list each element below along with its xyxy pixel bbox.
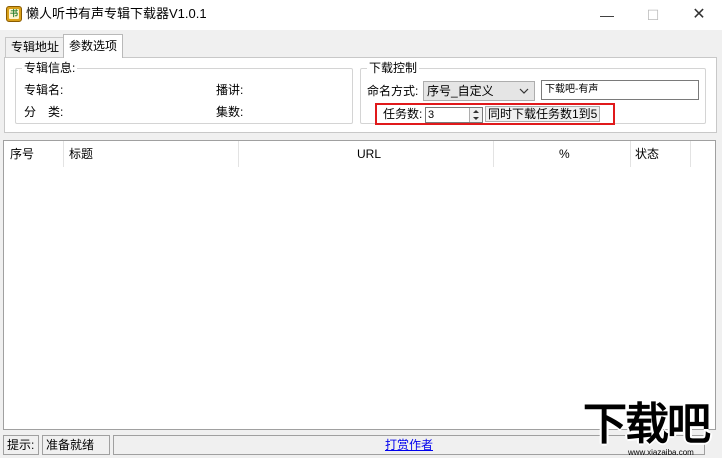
options-panel: 专辑信息: 专辑名: 播讲: 分 类: 集数: 下载控制 命名方式: 序号_自定… [4, 57, 717, 133]
task-count-value: 3 [428, 109, 435, 121]
minimize-button[interactable]: — [584, 0, 630, 30]
naming-method-value: 序号_自定义 [427, 84, 494, 98]
naming-method-label: 命名方式: [367, 84, 419, 98]
column-header-status[interactable]: 状态 [631, 141, 691, 167]
spin-down-icon[interactable] [470, 115, 482, 122]
album-info-group: 专辑信息: 专辑名: 播讲: 分 类: 集数: [15, 61, 353, 124]
narrator-label: 播讲: [216, 83, 244, 97]
maximize-button[interactable]: ☐ [630, 0, 676, 30]
watermark-url: www.xiazaiba.com [628, 448, 694, 457]
column-header-percent[interactable]: % [494, 141, 631, 167]
album-name-label: 专辑名: [24, 83, 64, 97]
column-header-title[interactable]: 标题 [64, 141, 239, 167]
spin-up-icon[interactable] [470, 108, 482, 115]
task-count-highlight: 任务数: 3 同时下载任务数1到5 [375, 103, 615, 125]
chevron-down-icon [519, 88, 529, 94]
client-area: 专辑地址 参数选项 专辑信息: 专辑名: 播讲: 分 类: 集数: 下载控制 命… [0, 30, 722, 458]
status-text: 准备就绪 [42, 435, 110, 455]
app-icon-glyph: 书 [9, 9, 19, 19]
column-header-index[interactable]: 序号 [4, 141, 64, 167]
window-title: 懒人听书有声专辑下载器V1.0.1 [26, 6, 207, 21]
watermark-logo: 下载吧 www.xiazaiba.com [580, 400, 722, 458]
task-count-label: 任务数: [383, 107, 423, 121]
column-header-url[interactable]: URL [239, 141, 494, 167]
download-list[interactable]: 序号 标题 URL % 状态 [3, 140, 716, 430]
task-count-hint: 同时下载任务数1到5 [485, 106, 601, 122]
category-label: 分 类: [24, 105, 64, 119]
status-hint-label: 提示: [3, 435, 39, 455]
tab-parameter-options[interactable]: 参数选项 [63, 34, 124, 58]
naming-method-select[interactable]: 序号_自定义 [423, 81, 535, 101]
app-book-icon[interactable]: 书 [6, 6, 22, 22]
custom-name-input[interactable]: 下载吧-有声 [541, 80, 699, 100]
title-bar[interactable]: 书 懒人听书有声专辑下载器V1.0.1 — ☐ ✕ [0, 0, 722, 30]
tab-album-address[interactable]: 专辑地址 [5, 37, 66, 57]
download-control-legend: 下载控制 [367, 61, 420, 75]
spinner-buttons [469, 108, 482, 122]
download-control-group: 下载控制 命名方式: 序号_自定义 下载吧-有声 任务数: 3 同时下载任务数1… [360, 61, 706, 125]
watermark-text: 下载吧 [583, 399, 711, 450]
album-info-legend: 专辑信息: [22, 61, 78, 75]
close-button[interactable]: ✕ [676, 0, 722, 30]
custom-name-value: 下载吧-有声 [545, 84, 599, 95]
episodes-label: 集数: [216, 105, 244, 119]
list-header: 序号 标题 URL % 状态 [4, 141, 715, 167]
task-count-spinner[interactable]: 3 [425, 107, 483, 123]
